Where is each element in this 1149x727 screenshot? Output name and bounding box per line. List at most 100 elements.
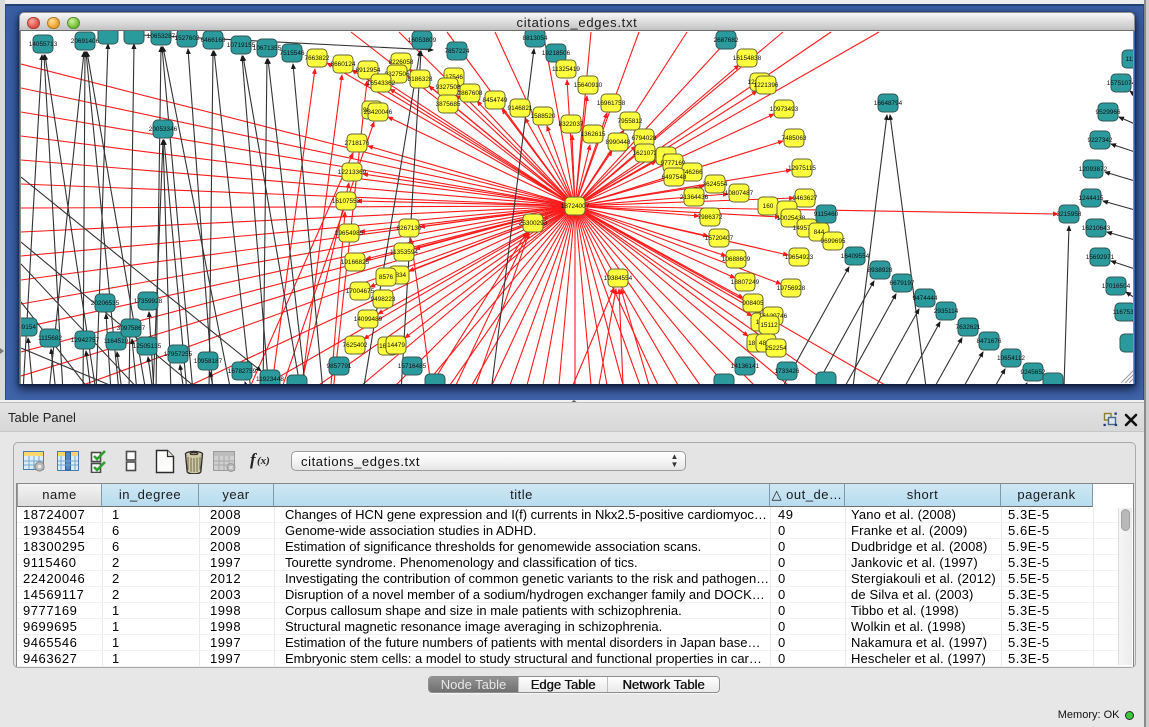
svg-text:7986372: 7986372 [698, 214, 723, 221]
svg-text:7485063: 7485063 [782, 135, 807, 142]
svg-text:16053809: 16053809 [408, 37, 437, 44]
svg-text:8938928: 8938928 [868, 267, 893, 274]
svg-text:1733426: 1733426 [775, 368, 800, 375]
svg-text:8912954: 8912954 [356, 67, 381, 74]
svg-text:1115682: 1115682 [38, 335, 62, 342]
svg-text:7632621: 7632621 [956, 324, 981, 331]
svg-text:16648794: 16648794 [874, 100, 903, 107]
svg-text:17004675: 17004675 [346, 288, 375, 295]
svg-text:15692971: 15692971 [1086, 254, 1115, 261]
svg-text:16210643: 16210643 [1082, 225, 1111, 232]
svg-text:9857791: 9857791 [327, 363, 352, 370]
svg-text:2935114: 2935114 [934, 308, 959, 315]
svg-text:9146821: 9146821 [508, 105, 533, 112]
svg-text:8813054: 8813054 [523, 35, 548, 42]
svg-text:10719155: 10719155 [227, 42, 256, 49]
svg-text:6497548: 6497548 [662, 174, 687, 181]
svg-text:9529966: 9529966 [1096, 109, 1121, 116]
svg-text:16961758: 16961758 [597, 100, 626, 107]
svg-text:16782759: 16782759 [228, 368, 257, 375]
svg-text:6794028: 6794028 [632, 135, 657, 142]
svg-text:19166825: 19166825 [341, 259, 370, 266]
svg-text:3875685: 3875685 [436, 101, 461, 108]
svg-text:7515546: 7515546 [280, 50, 305, 57]
svg-text:14055713: 14055713 [29, 41, 58, 48]
svg-text:8454749: 8454749 [483, 97, 508, 104]
svg-text:10653287: 10653287 [147, 33, 176, 40]
svg-text:12093872: 12093872 [1079, 166, 1108, 173]
svg-text:6466160: 6466160 [201, 37, 226, 44]
svg-text:16107553: 16107553 [332, 198, 361, 205]
svg-text:2687682: 2687682 [714, 37, 739, 44]
svg-text:10807487: 10807487 [725, 190, 754, 197]
svg-text:15640910: 15640910 [574, 82, 603, 89]
svg-text:15751074: 15751074 [1107, 80, 1133, 87]
svg-text:2867608: 2867608 [458, 90, 483, 97]
svg-text:19654985: 19654985 [335, 230, 364, 237]
svg-text:2718176: 2718176 [345, 140, 370, 147]
svg-text:8990448: 8990448 [606, 139, 631, 146]
svg-text:9463627: 9463627 [793, 195, 818, 202]
svg-text:12942757: 12942757 [71, 337, 100, 344]
svg-text:39154: 39154 [21, 324, 36, 331]
svg-text:16543362: 16543362 [367, 80, 396, 87]
svg-text:(x): (x) [257, 455, 270, 467]
svg-text:19218506: 19218506 [542, 50, 571, 57]
svg-text:8660124: 8660124 [331, 61, 356, 68]
svg-text:7663822: 7663822 [305, 55, 330, 62]
svg-text:20691406: 20691406 [71, 38, 100, 45]
svg-text:17016504: 17016504 [1102, 283, 1131, 290]
svg-text:15716485: 15716485 [398, 363, 427, 370]
svg-text:1588520: 1588520 [531, 113, 556, 120]
svg-text:18724007: 18724007 [561, 203, 590, 210]
svg-text:9115460: 9115460 [814, 211, 839, 218]
svg-text:12505135: 12505135 [133, 343, 162, 350]
svg-text:19384554: 19384554 [604, 275, 633, 282]
svg-text:1112: 1112 [1125, 56, 1133, 63]
svg-text:160: 160 [763, 203, 774, 210]
svg-text:7955812: 7955812 [618, 118, 643, 125]
svg-text:25300293: 25300293 [519, 220, 548, 227]
svg-text:17359928: 17359928 [134, 298, 163, 305]
svg-text:1167534: 1167534 [1113, 309, 1133, 316]
svg-text:18807249: 18807249 [731, 279, 760, 286]
svg-text:8267130: 8267130 [397, 225, 422, 232]
svg-text:15720407: 15720407 [705, 235, 734, 242]
svg-text:16409554: 16409554 [841, 253, 870, 260]
svg-text:9699695: 9699695 [821, 238, 846, 245]
svg-text:12975115: 12975115 [788, 165, 816, 172]
svg-text:7857224: 7857224 [445, 48, 470, 55]
svg-text:11923448: 11923448 [256, 376, 284, 383]
svg-text:10958187: 10958187 [194, 358, 223, 365]
svg-text:20206535: 20206535 [91, 300, 120, 307]
svg-text:7625402: 7625402 [343, 342, 368, 349]
svg-text:1164519: 1164519 [104, 338, 129, 345]
svg-text:23420046: 23420046 [364, 109, 393, 116]
svg-text:9227342: 9227342 [1088, 137, 1113, 144]
svg-text:11325419: 11325419 [552, 66, 580, 73]
svg-text:10688609: 10688609 [722, 256, 751, 263]
svg-text:9245652: 9245652 [1021, 369, 1046, 376]
svg-text:10973493: 10973493 [770, 106, 799, 113]
svg-text:11353594: 11353594 [390, 249, 418, 256]
svg-text:3215958: 3215958 [1057, 211, 1082, 218]
svg-text:8471676: 8471676 [977, 338, 1002, 345]
svg-text:9474444: 9474444 [913, 295, 938, 302]
svg-text:10671355: 10671355 [253, 45, 282, 52]
svg-text:30975867: 30975867 [117, 325, 146, 332]
svg-text:14099489: 14099489 [354, 316, 383, 323]
svg-text:1221396: 1221396 [754, 82, 779, 89]
svg-text:20053346: 20053346 [149, 126, 178, 133]
svg-text:8186328: 8186328 [408, 76, 433, 83]
svg-text:15112: 15112 [760, 322, 778, 329]
svg-text:19654923: 19654923 [785, 254, 814, 261]
svg-text:19756928: 19756928 [777, 285, 806, 292]
svg-text:17957255: 17957255 [164, 351, 193, 358]
svg-text:8576: 8576 [379, 274, 394, 281]
svg-text:9498223: 9498223 [371, 296, 396, 303]
svg-text:252254: 252254 [765, 345, 787, 352]
svg-text:14479: 14479 [387, 342, 405, 349]
svg-text:10654112: 10654112 [997, 355, 1025, 362]
svg-text:1621072: 1621072 [633, 150, 658, 157]
svg-text:1362615: 1362615 [581, 131, 606, 138]
